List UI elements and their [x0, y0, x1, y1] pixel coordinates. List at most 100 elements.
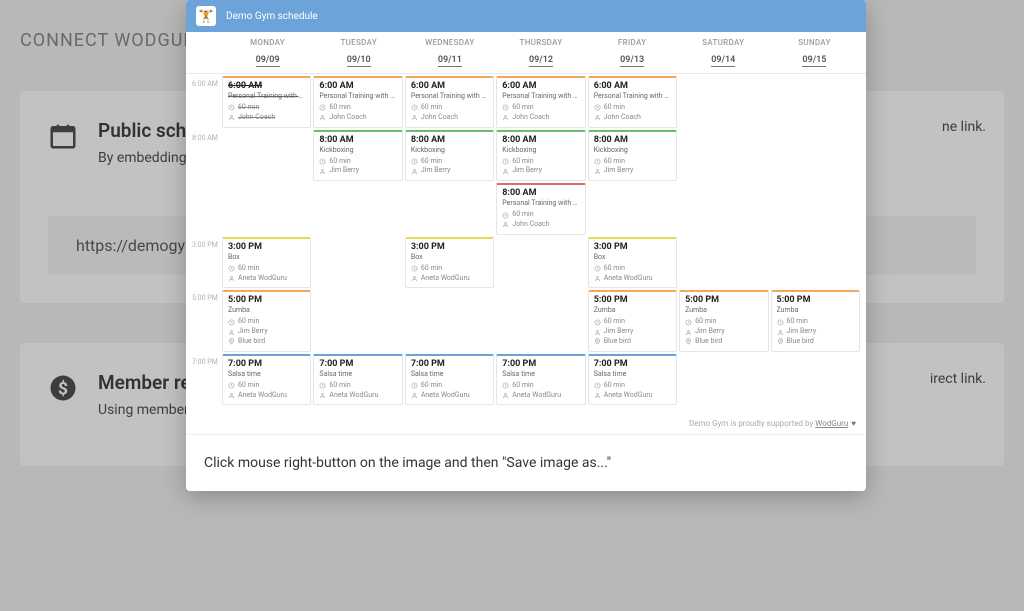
day-header[interactable]: MONDAY 09/09 — [222, 38, 313, 67]
class-time: 6:00 AM — [502, 81, 579, 91]
slot — [679, 354, 768, 406]
class-instructor: Jim Berry — [777, 327, 854, 337]
slot-container: 5:00 PMZumba60 minJim BerryBlue bird5:00… — [222, 290, 860, 351]
class-card[interactable]: 7:00 PMSalsa time60 minAneta WodGuru — [496, 354, 585, 406]
person-icon — [228, 275, 235, 282]
class-card[interactable]: 8:00 AMKickboxing60 minJim Berry — [588, 130, 677, 182]
day-header[interactable]: SUNDAY09/15 — [769, 38, 860, 67]
class-instructor: John Coach — [502, 113, 579, 123]
slot — [313, 290, 402, 351]
day-date: 09/09 — [256, 55, 280, 67]
footer-link[interactable]: WodGuru — [815, 419, 848, 428]
slot-container: 3:00 PMBox60 minAneta WodGuru 3:00 PMBox6… — [222, 237, 860, 289]
slot: 7:00 PMSalsa time60 minAneta WodGuru — [588, 354, 677, 406]
schedule-modal: 🏋️ Demo Gym schedule MONDAY09/09TUESDAY0… — [186, 0, 866, 491]
class-instructor: Jim Berry — [319, 166, 396, 176]
slot — [405, 290, 494, 351]
class-card[interactable]: 7:00 PMSalsa time60 minAneta WodGuru — [405, 354, 494, 406]
class-time: 3:00 PM — [594, 242, 671, 252]
slot — [771, 130, 860, 235]
class-duration: 60 min — [228, 103, 305, 113]
class-duration: 60 min — [502, 103, 579, 113]
class-card[interactable]: 5:00 PMZumba60 minJim BerryBlue bird — [679, 290, 768, 351]
class-time: 7:00 PM — [228, 359, 305, 369]
class-instructor: John Coach — [594, 113, 671, 123]
clock-icon — [502, 104, 509, 111]
day-header[interactable]: WEDNESDAY09/11 — [404, 38, 495, 67]
clock-icon — [411, 104, 418, 111]
clock-icon — [228, 265, 235, 272]
day-date: 09/14 — [711, 55, 735, 67]
class-card[interactable]: 6:00 AMPersonal Training with John60 min… — [405, 76, 494, 128]
person-icon — [502, 221, 509, 228]
class-title: Kickboxing — [502, 146, 579, 154]
person-icon — [594, 168, 601, 175]
class-card[interactable]: 6:00 AMPersonal Training with John60 min… — [588, 76, 677, 128]
person-icon — [502, 114, 509, 121]
day-name: MONDAY — [222, 38, 313, 47]
slot: 8:00 AMKickboxing60 minJim Berry8:00 AMP… — [496, 130, 585, 235]
class-instructor: Aneta WodGuru — [228, 391, 305, 401]
slot: 8:00 AMKickboxing60 minJim Berry — [405, 130, 494, 235]
class-card[interactable]: 6:00 AMPersonal Training with John60 min… — [313, 76, 402, 128]
slot — [771, 76, 860, 128]
class-duration: 60 min — [319, 157, 396, 167]
class-instructor: Jim Berry — [502, 166, 579, 176]
day-header[interactable]: TUESDAY09/10 — [313, 38, 404, 67]
modal-title: Demo Gym schedule — [226, 11, 318, 22]
time-label: 6:00 AM — [192, 76, 222, 128]
class-card[interactable]: 8:00 AMKickboxing60 minJim Berry — [405, 130, 494, 182]
day-header[interactable]: FRIDAY09/13 — [587, 38, 678, 67]
class-time: 6:00 AM — [594, 81, 671, 91]
class-card[interactable]: 5:00 PMZumba60 minJim BerryBlue bird — [588, 290, 677, 351]
slot — [679, 237, 768, 289]
class-instructor: Aneta WodGuru — [594, 391, 671, 401]
person-icon — [228, 392, 235, 399]
class-title: Kickboxing — [594, 146, 671, 154]
class-title: Zumba — [594, 306, 671, 314]
slot: 6:00 AMPersonal Training with John60 min… — [313, 76, 402, 128]
clock-icon — [411, 158, 418, 165]
clock-icon — [594, 265, 601, 272]
class-card[interactable]: 3:00 PMBox60 minAneta WodGuru — [222, 237, 311, 289]
class-card[interactable]: 3:00 PMBox60 minAneta WodGuru — [405, 237, 494, 289]
day-header[interactable]: THURSDAY09/12 — [495, 38, 586, 67]
class-card[interactable]: 7:00 PMSalsa time60 minAneta WodGuru — [588, 354, 677, 406]
class-time: 8:00 AM — [502, 188, 579, 198]
class-title: Box — [411, 253, 488, 261]
class-card[interactable]: 7:00 PMSalsa time60 minAneta WodGuru — [222, 354, 311, 406]
person-icon — [502, 392, 509, 399]
class-card[interactable]: 5:00 PMZumba60 minJim BerryBlue bird — [222, 290, 311, 351]
class-card[interactable]: 8:00 AMKickboxing60 minJim Berry — [496, 130, 585, 182]
class-card[interactable]: 6:00 AMPersonal Training with John60 min… — [496, 76, 585, 128]
class-instructor: John Coach — [319, 113, 396, 123]
class-title: Personal Training with John — [594, 92, 671, 100]
class-time: 5:00 PM — [777, 295, 854, 305]
day-header[interactable]: SATURDAY 09/14 — [678, 38, 769, 67]
class-time: 7:00 PM — [411, 359, 488, 369]
class-card[interactable]: 5:00 PMZumba60 minJim BerryBlue bird — [771, 290, 860, 351]
class-instructor: Aneta WodGuru — [411, 274, 488, 284]
clock-icon — [319, 158, 326, 165]
class-title: Zumba — [777, 306, 854, 314]
clock-icon — [319, 104, 326, 111]
class-duration: 60 min — [411, 157, 488, 167]
class-card[interactable]: 8:00 AMPersonal Training with John60 min… — [496, 183, 585, 235]
clock-icon — [594, 104, 601, 111]
class-location: Blue bird — [594, 337, 671, 347]
class-location: Blue bird — [777, 337, 854, 347]
day-name: SATURDAY — [678, 38, 769, 47]
class-card[interactable]: 6:00 AMPersonal Training with John60 min… — [222, 76, 311, 128]
slot: 3:00 PMBox60 minAneta WodGuru — [405, 237, 494, 289]
person-icon — [319, 168, 326, 175]
pin-icon — [685, 338, 692, 345]
class-time: 7:00 PM — [594, 359, 671, 369]
class-card[interactable]: 3:00 PMBox60 minAneta WodGuru — [588, 237, 677, 289]
class-card[interactable]: 7:00 PMSalsa time60 minAneta WodGuru — [313, 354, 402, 406]
class-instructor: John Coach — [228, 113, 305, 123]
clock-icon — [319, 382, 326, 389]
person-icon — [685, 329, 692, 336]
class-title: Box — [594, 253, 671, 261]
class-card[interactable]: 8:00 AMKickboxing60 minJim Berry — [313, 130, 402, 182]
day-date: 09/11 — [438, 55, 462, 67]
